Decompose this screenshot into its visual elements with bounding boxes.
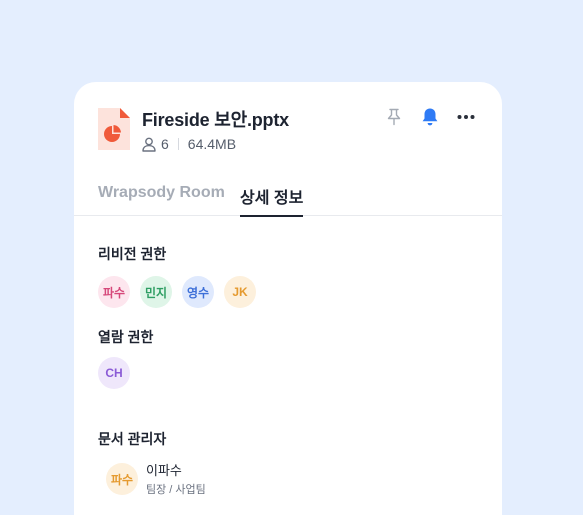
file-detail-panel: Fireside 보안.pptx 6 64.4MB Wrapsody Room … xyxy=(74,82,502,515)
manager-info: 이파수 팀장 / 사업팀 xyxy=(146,463,206,497)
file-meta: 6 64.4MB xyxy=(142,136,236,152)
view-members: CH xyxy=(98,357,130,389)
document-manager-label: 문서 관리자 xyxy=(98,431,167,447)
avatar[interactable]: 파수 xyxy=(98,276,130,308)
avatar[interactable]: JK xyxy=(224,276,256,308)
notification-button[interactable] xyxy=(420,107,440,127)
tab-wrapsody-room[interactable]: Wrapsody Room xyxy=(98,184,225,216)
revision-members: 파수 민지 영수 JK xyxy=(98,276,256,308)
avatar[interactable]: CH xyxy=(98,357,130,389)
bell-icon xyxy=(422,108,438,126)
view-permission-label: 열람 권한 xyxy=(98,329,154,345)
revision-permission-label: 리비전 권한 xyxy=(98,246,167,262)
tab-details[interactable]: 상세 정보 xyxy=(240,184,304,217)
header-actions xyxy=(384,107,476,127)
user-icon xyxy=(142,137,156,152)
more-icon xyxy=(457,115,475,119)
pin-icon xyxy=(387,108,401,126)
pin-button[interactable] xyxy=(384,107,404,127)
document-manager: 파수 이파수 팀장 / 사업팀 xyxy=(106,463,206,497)
manager-name: 이파수 xyxy=(146,463,182,478)
manager-role: 팀장 / 사업팀 xyxy=(146,484,206,496)
member-count: 6 xyxy=(161,136,169,152)
file-title: Fireside 보안.pptx xyxy=(142,110,289,130)
detail-tabs: Wrapsody Room 상세 정보 xyxy=(74,184,502,217)
avatar[interactable]: 파수 xyxy=(106,463,138,495)
avatar[interactable]: 영수 xyxy=(182,276,214,308)
more-button[interactable] xyxy=(456,107,476,127)
pptx-file-icon xyxy=(98,108,130,150)
meta-divider xyxy=(177,138,179,150)
avatar[interactable]: 민지 xyxy=(140,276,172,308)
file-size: 64.4MB xyxy=(187,136,237,152)
